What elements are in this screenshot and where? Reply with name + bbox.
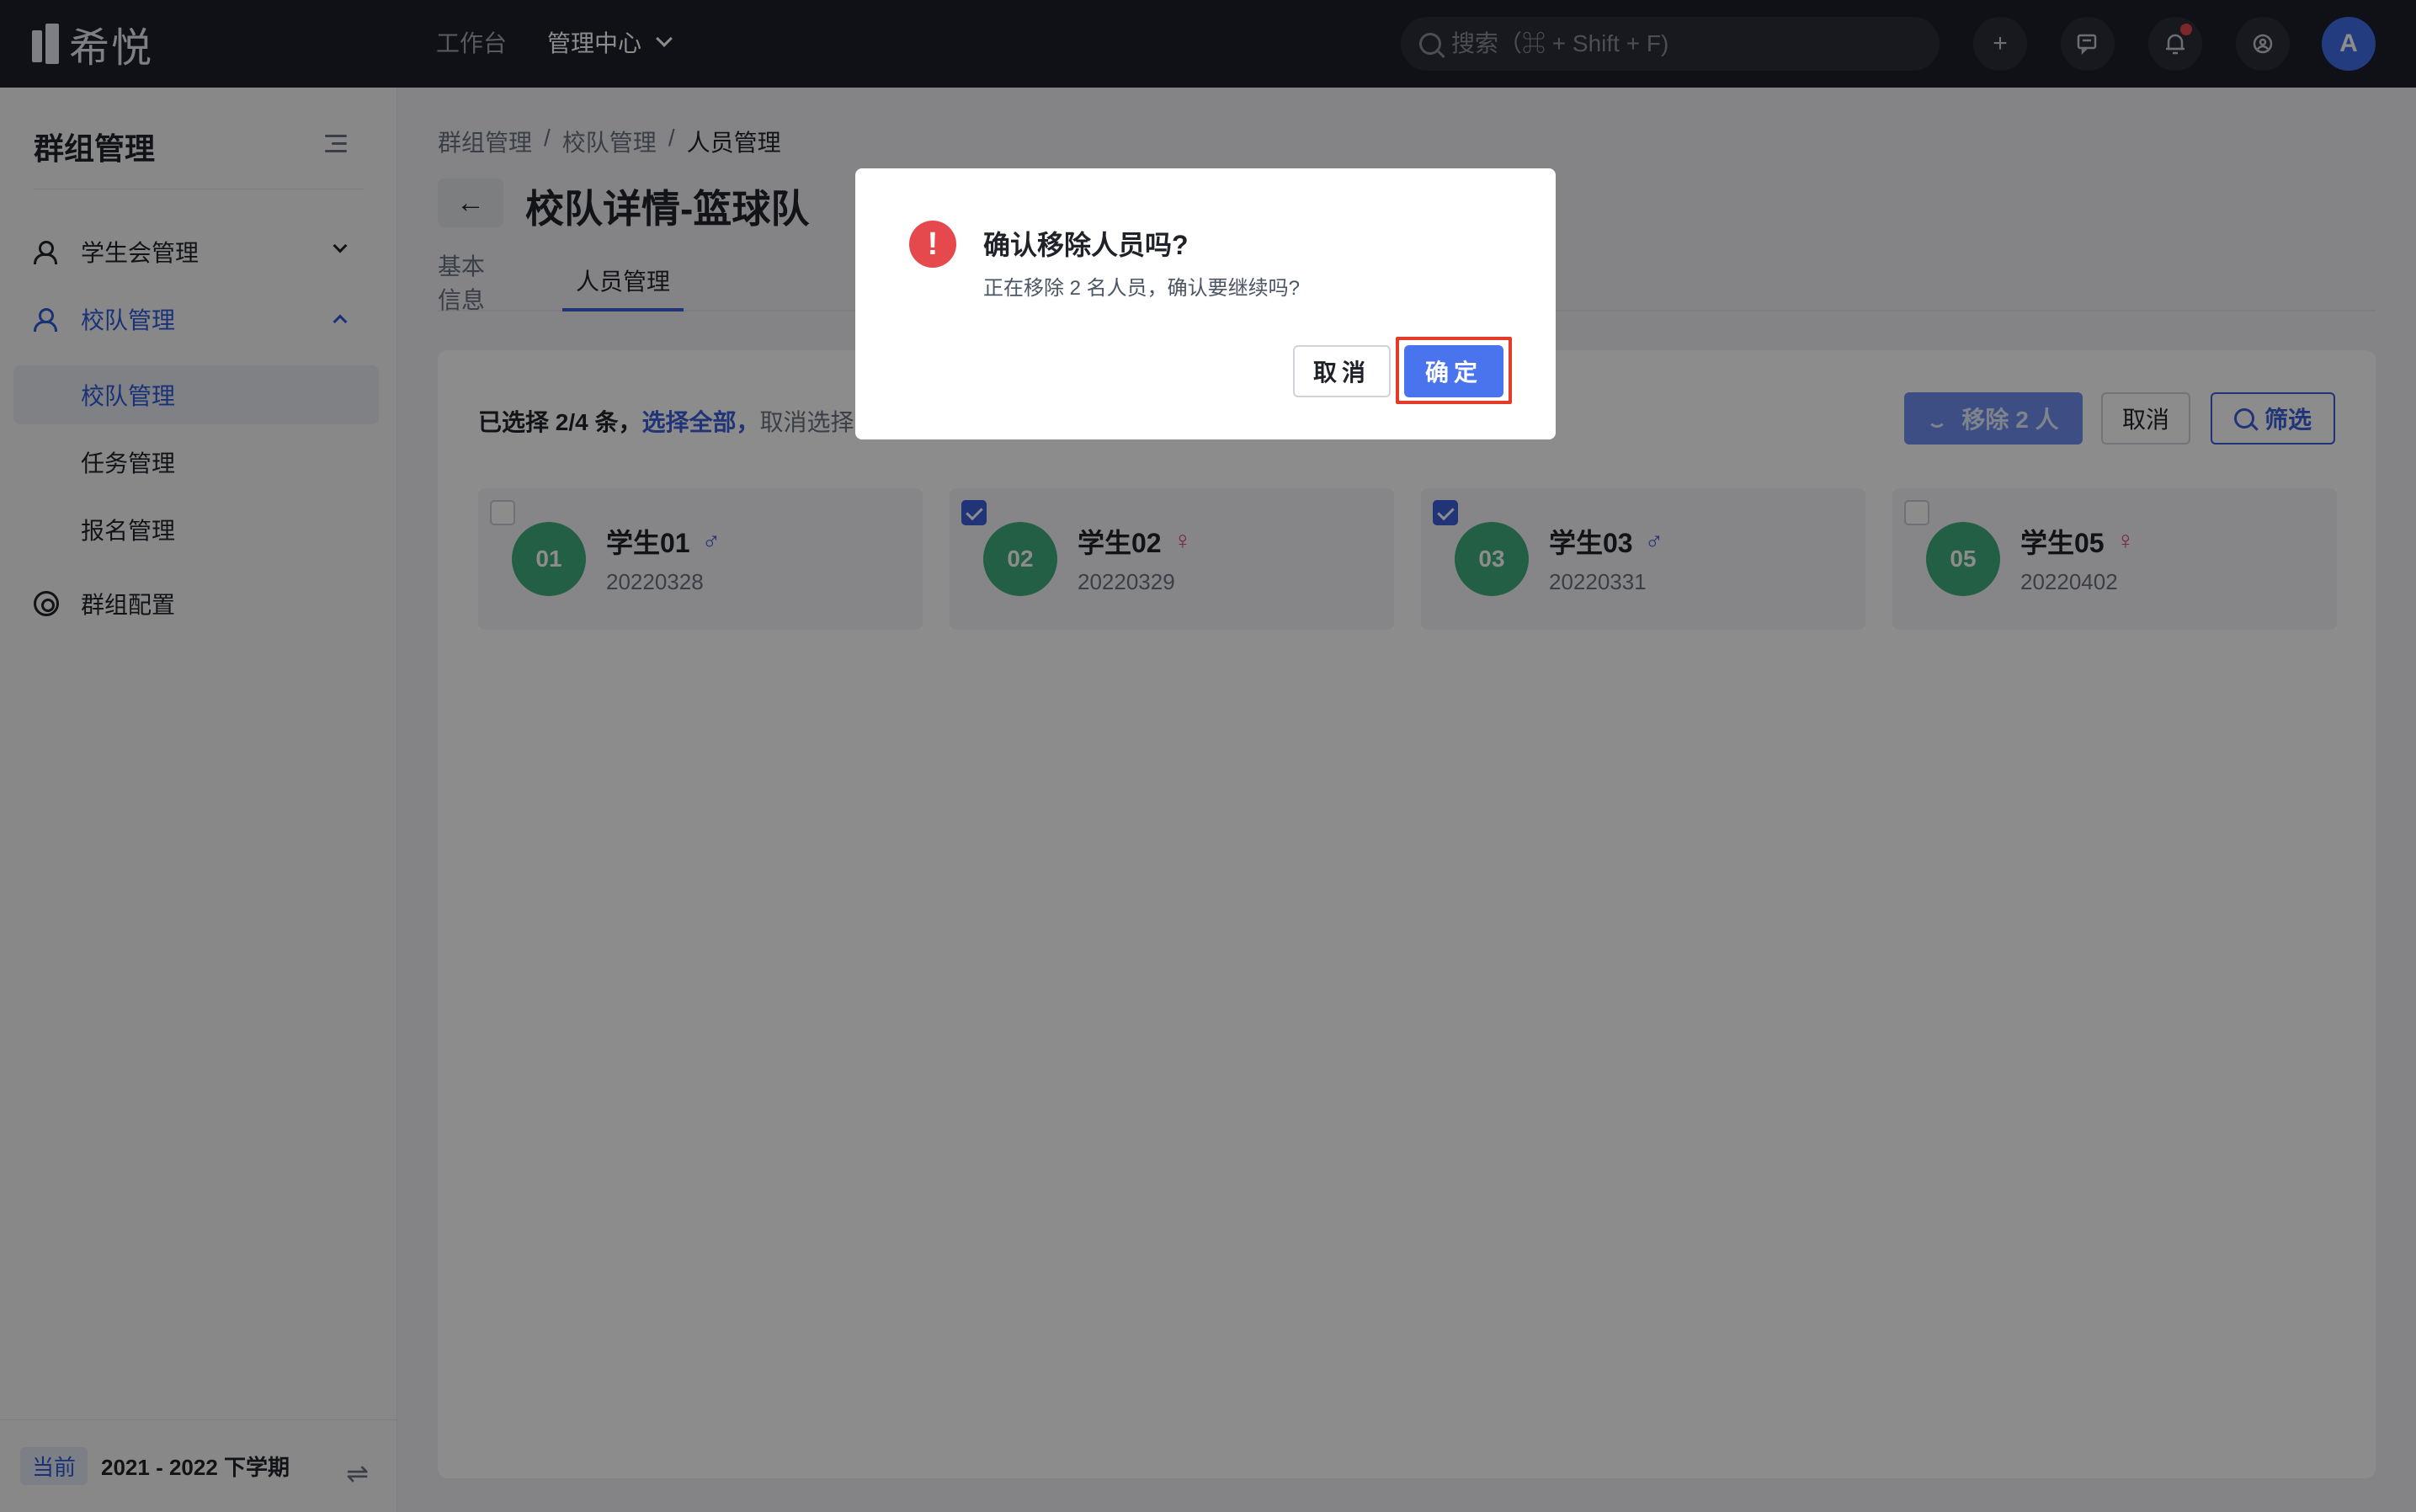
- dialog-cancel-button[interactable]: 取消: [1293, 345, 1391, 397]
- dialog-title: 确认移除人员吗?: [983, 230, 1189, 260]
- dialog-message: 正在移除 2 名人员，确认要继续吗?: [983, 277, 1301, 300]
- confirm-dialog: ! 确认移除人员吗? 正在移除 2 名人员，确认要继续吗? 取消 确定: [855, 168, 1556, 439]
- warning-icon: !: [909, 221, 956, 268]
- highlight-box: [1396, 337, 1512, 404]
